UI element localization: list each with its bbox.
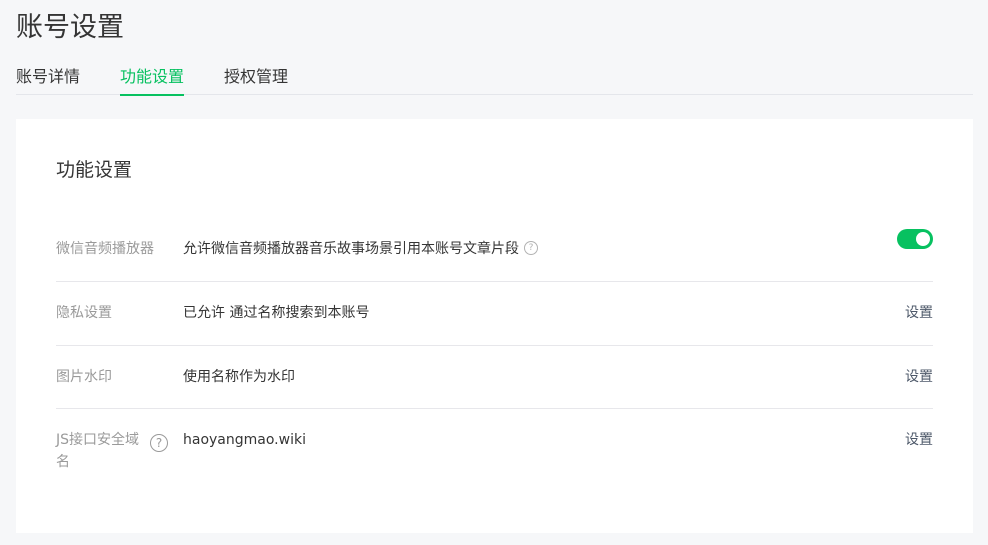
setting-label-line1: JS接口安全域	[56, 432, 140, 448]
setting-value: 已允许 通过名称搜索到本账号	[183, 305, 370, 321]
setting-row-audio-player: 微信音频播放器 允许微信音频播放器音乐故事场景引用本账号文章片段?	[56, 218, 933, 282]
watermark-settings-link[interactable]: 设置	[905, 366, 933, 388]
setting-value-text: 允许微信音频播放器音乐故事场景引用本账号文章片段	[183, 241, 519, 257]
setting-label: JS接口安全域 名	[56, 429, 139, 473]
setting-row-watermark: 图片水印 使用名称作为水印 设置	[56, 346, 933, 409]
tab-feature-settings[interactable]: 功能设置	[120, 66, 185, 96]
privacy-settings-link[interactable]: 设置	[905, 302, 933, 324]
setting-value: 使用名称作为水印	[183, 369, 295, 385]
setting-label-line2: 名	[56, 454, 70, 470]
setting-value: 允许微信音频播放器音乐故事场景引用本账号文章片段?	[183, 238, 538, 260]
audio-player-toggle[interactable]	[897, 229, 933, 249]
setting-label: 隐私设置	[56, 305, 112, 321]
js-domain-settings-link[interactable]: 设置	[905, 429, 933, 451]
tab-account-details[interactable]: 账号详情	[16, 66, 80, 94]
setting-label: 图片水印	[56, 369, 112, 385]
setting-row-privacy: 隐私设置 已允许 通过名称搜索到本账号 设置	[56, 282, 933, 346]
setting-value: haoyangmao.wiki	[183, 432, 306, 448]
settings-card: 功能设置 微信音频播放器 允许微信音频播放器音乐故事场景引用本账号文章片段? 隐…	[16, 119, 973, 533]
tab-authorization-management[interactable]: 授权管理	[224, 66, 288, 94]
setting-label: 微信音频播放器	[56, 241, 154, 257]
page-title: 账号设置	[16, 12, 124, 43]
card-title: 功能设置	[56, 159, 133, 181]
question-circle-icon[interactable]: ?	[150, 434, 168, 452]
toggle-knob	[916, 232, 930, 246]
tab-bar: 账号详情 功能设置 授权管理	[16, 66, 973, 96]
question-circle-icon[interactable]: ?	[524, 241, 538, 255]
setting-row-js-domain: JS接口安全域 名 ? haoyangmao.wiki 设置	[56, 409, 933, 489]
